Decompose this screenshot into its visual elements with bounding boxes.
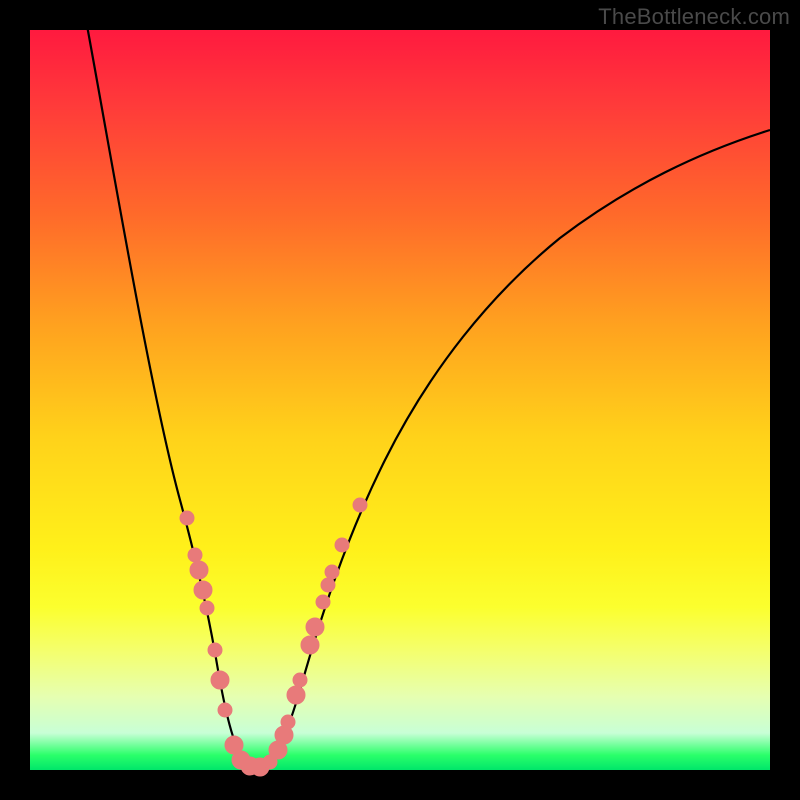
data-marker xyxy=(200,601,214,615)
data-marker xyxy=(325,565,339,579)
data-marker xyxy=(188,548,202,562)
data-marker xyxy=(287,686,305,704)
data-marker xyxy=(306,618,324,636)
curve-layer xyxy=(86,20,770,769)
chart-frame: TheBottleneck.com xyxy=(0,0,800,800)
plot-area xyxy=(30,30,770,770)
data-marker xyxy=(211,671,229,689)
data-marker xyxy=(321,578,335,592)
watermark-label: TheBottleneck.com xyxy=(598,4,790,30)
markers-layer xyxy=(180,498,367,776)
curve-svg xyxy=(30,30,770,770)
data-marker xyxy=(316,595,330,609)
data-marker xyxy=(218,703,232,717)
bottleneck-curve xyxy=(86,20,770,769)
data-marker xyxy=(293,673,307,687)
data-marker xyxy=(180,511,194,525)
data-marker xyxy=(281,715,295,729)
data-marker xyxy=(208,643,222,657)
data-marker xyxy=(190,561,208,579)
data-marker xyxy=(301,636,319,654)
data-marker xyxy=(194,581,212,599)
data-marker xyxy=(335,538,349,552)
data-marker xyxy=(353,498,367,512)
